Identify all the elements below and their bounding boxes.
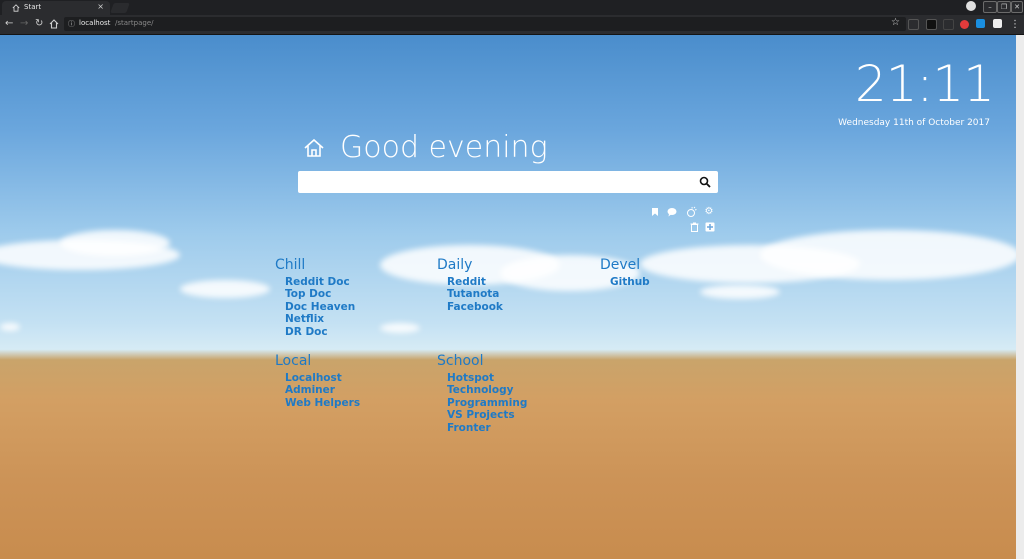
link[interactable]: Doc Heaven [285,301,355,313]
tab-strip: Start × – ❐ ✕ [0,0,1024,15]
link-group-chill: Chill Reddit Doc Top Doc Doc Heaven Netf… [275,257,355,338]
settings-icon[interactable]: ⚙ [704,207,714,217]
group-title: Daily [437,257,473,273]
extension-icon[interactable] [943,19,954,30]
link[interactable]: Facebook [447,301,503,313]
search-icon[interactable] [699,176,711,188]
tab-close-button[interactable]: × [97,2,104,11]
link[interactable]: Github [610,276,650,288]
link-group-local: Local Localhost Adminer Web Helpers [275,353,360,409]
link-group-school: School Hotspot Technology Programming VS… [437,353,527,434]
chat-icon[interactable] [667,207,677,217]
tab-title: Start [24,3,42,11]
scrollbar[interactable] [1016,35,1024,559]
new-tab-button[interactable] [110,3,130,13]
clock: 21:11 [854,55,995,113]
link[interactable]: Localhost [285,372,360,384]
link[interactable]: DR Doc [285,326,355,338]
menu-icon[interactable]: ⋮ [1010,19,1020,31]
browser-toolbar: ← → ↻ ⓘ localhost /startpage/ ☆ [0,15,1024,35]
link[interactable]: Fronter [447,422,527,434]
greeting: Good evening [340,130,548,165]
bookmark-icon[interactable] [650,207,660,217]
link[interactable]: Tutanota [447,288,503,300]
url-host: localhost [79,19,111,27]
start-page: 21:11 Wednesday 11th of October 2017 Goo… [0,35,1016,559]
date: Wednesday 11th of October 2017 [838,118,990,128]
group-title: Devel [600,257,641,273]
group-title: Chill [275,257,306,273]
link[interactable]: Reddit [447,276,503,288]
link[interactable]: VS Projects [447,409,527,421]
extension-icon[interactable] [976,19,985,28]
add-icon[interactable] [705,222,715,232]
link-group-devel: Devel Github [600,257,650,288]
extension-icon[interactable] [908,19,919,30]
tab-start[interactable]: Start × [2,1,110,15]
profile-icon[interactable] [966,1,976,11]
forward-icon[interactable]: → [20,18,28,30]
extension-icon[interactable] [993,19,1002,28]
link[interactable]: Web Helpers [285,397,360,409]
back-icon[interactable]: ← [5,18,13,30]
group-title: School [437,353,484,369]
link[interactable]: Top Doc [285,288,355,300]
link[interactable]: Hotspot [447,372,527,384]
trash-icon[interactable] [689,222,699,232]
address-bar[interactable]: ⓘ localhost /startpage/ ☆ [64,17,906,31]
weather-icon[interactable] [685,206,697,217]
shield-icon[interactable] [960,20,969,29]
home-icon [304,138,324,157]
home-icon [12,4,20,12]
link[interactable]: Programming [447,397,527,409]
minimize-button[interactable]: – [983,1,997,13]
extension-icon[interactable] [926,19,937,30]
link[interactable]: Adminer [285,384,360,396]
search-box[interactable] [298,171,718,194]
group-title: Local [275,353,312,369]
link[interactable]: Technology [447,384,527,396]
link[interactable]: Reddit Doc [285,276,355,288]
link[interactable]: Netflix [285,313,355,325]
close-window-button[interactable]: ✕ [1011,1,1023,13]
link-group-daily: Daily Reddit Tutanota Facebook [437,257,503,313]
reload-icon[interactable]: ↻ [35,18,43,30]
info-icon[interactable]: ⓘ [68,19,75,29]
search-input[interactable] [304,172,688,194]
bookmark-star-icon[interactable]: ☆ [891,17,900,28]
home-icon[interactable] [49,19,59,29]
restore-button[interactable]: ❐ [997,1,1011,13]
url-path: /startpage/ [115,19,154,27]
